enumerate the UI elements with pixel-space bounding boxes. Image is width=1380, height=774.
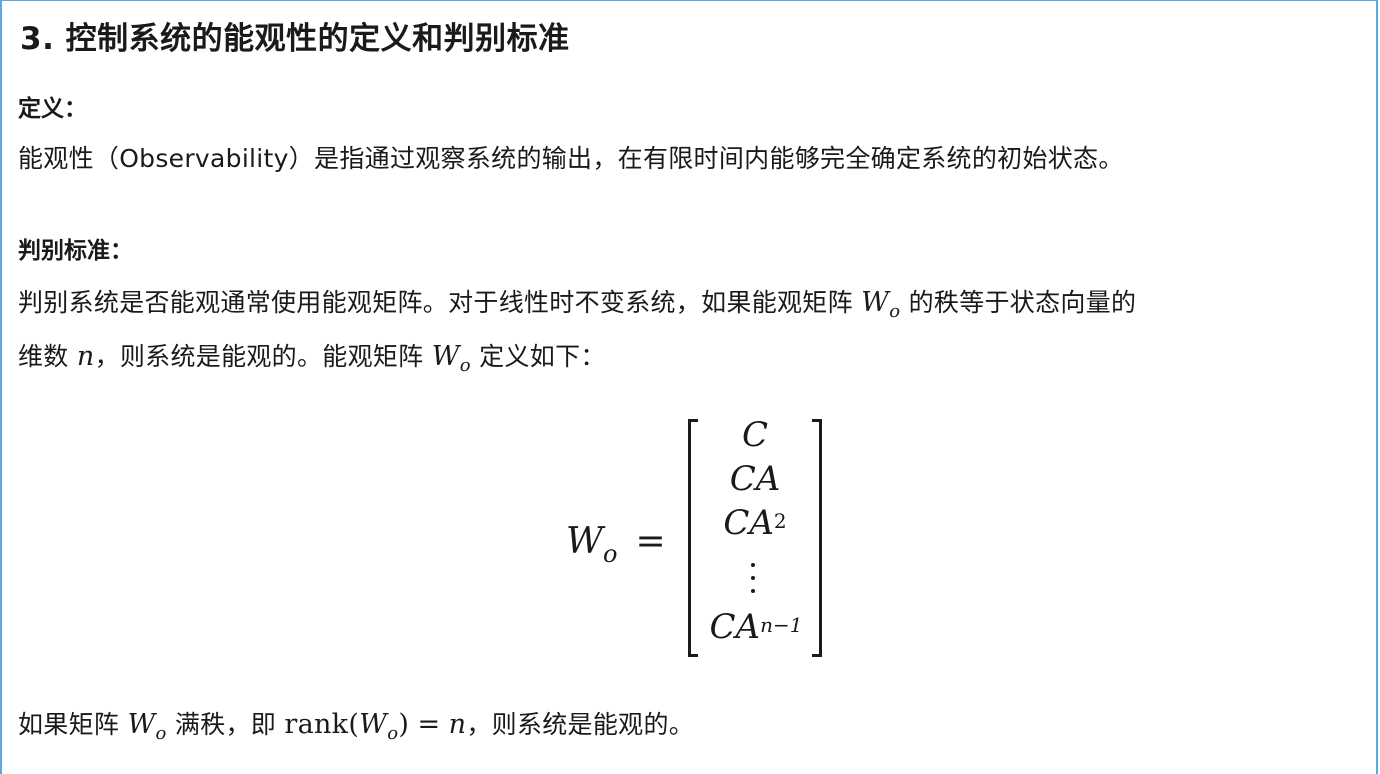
matrix-lhs: Wo = bbox=[566, 521, 666, 568]
matrix-row-5-exponent: n−1 bbox=[760, 613, 802, 637]
math-W-inline: W bbox=[127, 709, 156, 740]
exponent-n-minus-1: n−1 bbox=[760, 613, 803, 637]
math-W-inline: W bbox=[431, 341, 460, 372]
math-equals: = bbox=[635, 521, 666, 562]
math-W-inline: W bbox=[359, 709, 388, 740]
observability-matrix-equation: Wo = C CA CA2 CAn−1 bbox=[18, 411, 1362, 671]
matrix-row-2-text: CA bbox=[729, 459, 781, 499]
conclusion-line: 如果矩阵 Wo 满秩，即 rank(Wo) = n，则系统是能观的。 bbox=[18, 705, 695, 744]
criterion-text-1b: 的秩等于状态向量的 bbox=[908, 288, 1137, 317]
math-n-inline: n bbox=[76, 341, 95, 372]
math-open-paren: ( bbox=[348, 709, 360, 740]
criterion-text-2a: 维数 bbox=[18, 342, 69, 371]
definition-text: 能观性（Observability）是指通过观察系统的输出，在有限时间内能够完全… bbox=[18, 144, 1124, 173]
criterion-line-1: 判别系统是否能观通常使用能观矩阵。对于线性时不变系统，如果能观矩阵 Wo 的秩等… bbox=[18, 283, 1137, 322]
matrix-row-3: CA2 bbox=[698, 503, 812, 543]
matrix-row-5: CAn−1 bbox=[694, 607, 818, 647]
math-close-paren: ) bbox=[398, 709, 410, 740]
criterion-line-2: 维数 n，则系统是能观的。能观矩阵 Wo 定义如下： bbox=[18, 337, 606, 376]
criterion-text-2c: 定义如下： bbox=[479, 342, 606, 371]
conclusion-text-b: 满秩，即 bbox=[174, 710, 277, 739]
document-frame: 3. 控制系统的能观性的定义和判别标准 定义： 能观性（Observabilit… bbox=[0, 0, 1378, 774]
math-equals-inline: = bbox=[417, 709, 441, 740]
math-o-subscript: o bbox=[155, 723, 167, 744]
math-o-subscript: o bbox=[603, 540, 618, 568]
math-W-inline: W bbox=[861, 287, 890, 318]
matrix-row-3-exponent: 2 bbox=[773, 509, 787, 533]
math-n-inline: n bbox=[448, 709, 467, 740]
criterion-text-1a: 判别系统是否能观通常使用能观矩阵。对于线性时不变系统，如果能观矩阵 bbox=[18, 288, 853, 317]
section-heading: 3. 控制系统的能观性的定义和判别标准 bbox=[20, 21, 570, 57]
math-o-subscript: o bbox=[459, 355, 471, 376]
matrix-row-1: C bbox=[698, 415, 812, 455]
math-rank: rank bbox=[284, 709, 349, 740]
matrix-row-2: CA bbox=[698, 459, 812, 499]
math-o-subscript: o bbox=[889, 301, 901, 322]
matrix-row-1-text: C bbox=[741, 415, 768, 455]
math-o-subscript: o bbox=[387, 723, 399, 744]
conclusion-text-c: ，则系统是能观的。 bbox=[466, 710, 695, 739]
matrix-row-5-text: CA bbox=[709, 607, 761, 647]
conclusion-text-a: 如果矩阵 bbox=[18, 710, 120, 739]
definition-label: 定义： bbox=[18, 96, 87, 122]
criterion-text-2b: ，则系统是能观的。能观矩阵 bbox=[94, 342, 424, 371]
math-W: W bbox=[566, 521, 604, 562]
criterion-label: 判别标准： bbox=[18, 238, 133, 264]
matrix-row-3-text: CA bbox=[723, 503, 774, 543]
